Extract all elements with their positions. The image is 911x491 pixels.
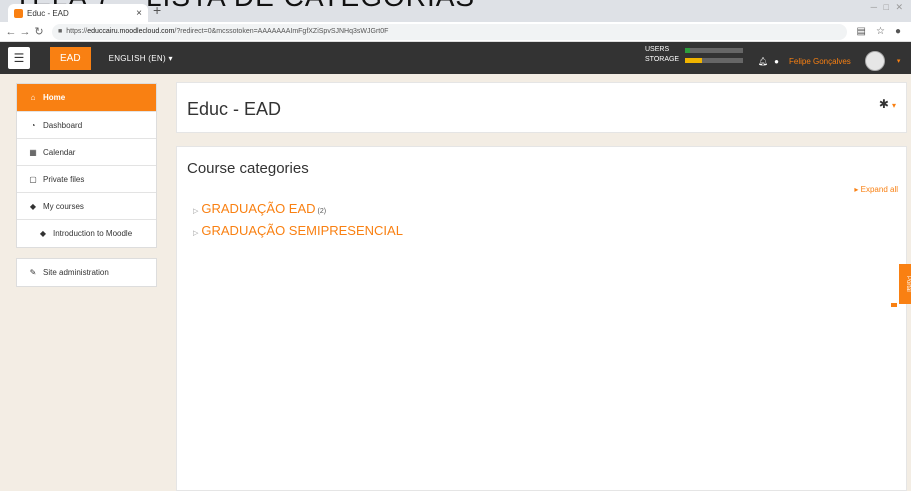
gear-icon: ✱ — [878, 97, 889, 111]
usage-bar — [685, 57, 743, 63]
sidebar-item-label: Private files — [43, 174, 85, 184]
browser-tab[interactable]: Educ - EAD × — [8, 4, 148, 22]
sidebar-item-label: Calendar — [43, 147, 76, 157]
nav-drawer-main: ⌂ Home ◔ Dashboard ▦ Calendar ▢ Private files ◆ M… — [16, 83, 157, 248]
sidebar-item-label: My courses — [43, 201, 84, 211]
bell-icon[interactable]: 🔔︎ — [758, 57, 768, 66]
chevron-down-icon[interactable]: ▾ — [897, 57, 901, 65]
browser-tab-title: Educ - EAD — [27, 8, 69, 18]
sidebar-item-label: Site administration — [43, 268, 109, 277]
category-link[interactable]: ▷ GRADUAÇÃO SEMIPRESENCIAL — [193, 223, 403, 238]
forward-arrow-icon[interactable]: → — [18, 26, 32, 38]
moodle-favicon-icon — [14, 8, 23, 18]
usage-label: STORAGE — [645, 56, 680, 63]
usage-bar-fill — [685, 57, 703, 63]
usage-row: STORAGE — [645, 55, 743, 65]
sidebar-item-private-files[interactable]: ▢ Private files — [17, 166, 156, 193]
sidebar-item-introduction-to-moodle[interactable]: ◆ Introduction to Moodle — [17, 220, 156, 247]
url-field[interactable]: ■ https://educcairu.moodlecloud.com/?red… — [52, 23, 847, 40]
reload-icon[interactable]: ↻ — [32, 25, 46, 38]
home-icon: ⌂ — [30, 93, 36, 102]
nav-drawer: ⌂ Home ◔ Dashboard ▦ Calendar ▢ Private files ◆ M… — [16, 83, 157, 287]
calendar-icon: ▦ — [29, 147, 37, 157]
graduation-cap-icon: ◆ — [39, 229, 47, 238]
hamburger-icon: ☰ — [13, 51, 25, 65]
sidebar-item-calendar[interactable]: ▦ Calendar — [17, 139, 156, 166]
page-title: Educ - EAD — [187, 99, 282, 119]
menu-toggle-button[interactable]: ☰ — [8, 47, 30, 69]
url-path: /?redirect=0&mcssotoken=AAAAAAAImFgfXZiS… — [174, 28, 389, 35]
page-header: Educ - EAD ✱ ▾ — [176, 82, 907, 133]
tab-close-icon[interactable]: × — [136, 8, 142, 19]
profile-icon[interactable]: ● — [895, 26, 901, 37]
sidebar-item-label: Home — [43, 93, 66, 102]
chat-bubble-icon[interactable]: ● — [774, 57, 779, 66]
window-controls[interactable]: ─ □ ✕ — [871, 2, 905, 13]
file-icon: ▢ — [29, 174, 37, 184]
sidebar-item-dashboard[interactable]: ◔ Dashboard — [17, 112, 156, 139]
triangle-right-icon[interactable]: ▷ — [193, 208, 198, 215]
course-categories-region: Course categories ▸ Expand all ▷ GRADUAÇÃ… — [176, 146, 907, 491]
wrench-icon: ✎ — [29, 268, 37, 277]
sidebar-item-label: Dashboard — [43, 120, 83, 130]
url-domain: educcairu.moodlecloud.com — [87, 28, 175, 35]
avatar[interactable] — [864, 51, 885, 71]
site-navbar: ☰ EAD ENGLISH (EN) ▾ USERS STORAGE 🔔︎ ● F… — [0, 42, 911, 74]
lock-icon: ■ — [58, 28, 63, 35]
language-menu[interactable]: ENGLISH (EN) ▾ — [109, 54, 173, 63]
usage-meters: USERS STORAGE — [645, 45, 743, 65]
portal-side-tab[interactable]: Portal — [899, 264, 911, 304]
new-tab-button[interactable]: + — [153, 2, 161, 18]
user-name[interactable]: Felipe Gonçalves — [789, 57, 851, 66]
graduation-cap-icon: ◆ — [29, 201, 37, 211]
usage-label: USERS — [645, 46, 670, 53]
triangle-right-icon[interactable]: ▷ — [193, 230, 198, 237]
address-bar: ← → ↻ ■ https://educcairu.moodlecloud.co… — [0, 22, 911, 42]
sidebar-item-site-administration[interactable]: ✎ Site administration — [17, 259, 156, 286]
url-prefix: https:// — [66, 28, 88, 35]
translate-icon[interactable]: ▤ — [857, 26, 866, 37]
bookmark-star-icon[interactable]: ☆ — [876, 26, 885, 37]
sidebar-item-my-courses[interactable]: ◆ My courses — [17, 193, 156, 220]
user-area: 🔔︎ ● Felipe Gonçalves ▾ — [758, 51, 900, 71]
category-course-count: (2) — [317, 208, 327, 215]
category-label: GRADUAÇÃO SEMIPRESENCIAL — [201, 223, 403, 238]
chevron-down-icon: ▾ — [891, 101, 896, 110]
usage-row: USERS — [645, 45, 743, 55]
sidebar-item-home[interactable]: ⌂ Home — [17, 84, 156, 112]
category-link[interactable]: ▷ GRADUAÇÃO EAD (2) — [193, 201, 326, 216]
nav-drawer-admin: ✎ Site administration — [16, 258, 157, 287]
side-widget-marker — [891, 303, 897, 307]
section-heading: Course categories — [187, 160, 309, 177]
category-label: GRADUAÇÃO EAD — [201, 201, 316, 216]
dashboard-icon: ◔ — [30, 120, 36, 130]
usage-bar-fill — [685, 47, 690, 53]
expand-all-label: Expand all — [860, 185, 898, 194]
usage-bar — [685, 47, 743, 53]
back-arrow-icon[interactable]: ← — [4, 26, 18, 38]
expand-all-link[interactable]: ▸ Expand all — [854, 185, 898, 194]
sidebar-item-label: Introduction to Moodle — [53, 229, 133, 238]
settings-menu[interactable]: ✱ ▾ — [879, 97, 896, 111]
site-brand[interactable]: EAD — [50, 46, 91, 70]
